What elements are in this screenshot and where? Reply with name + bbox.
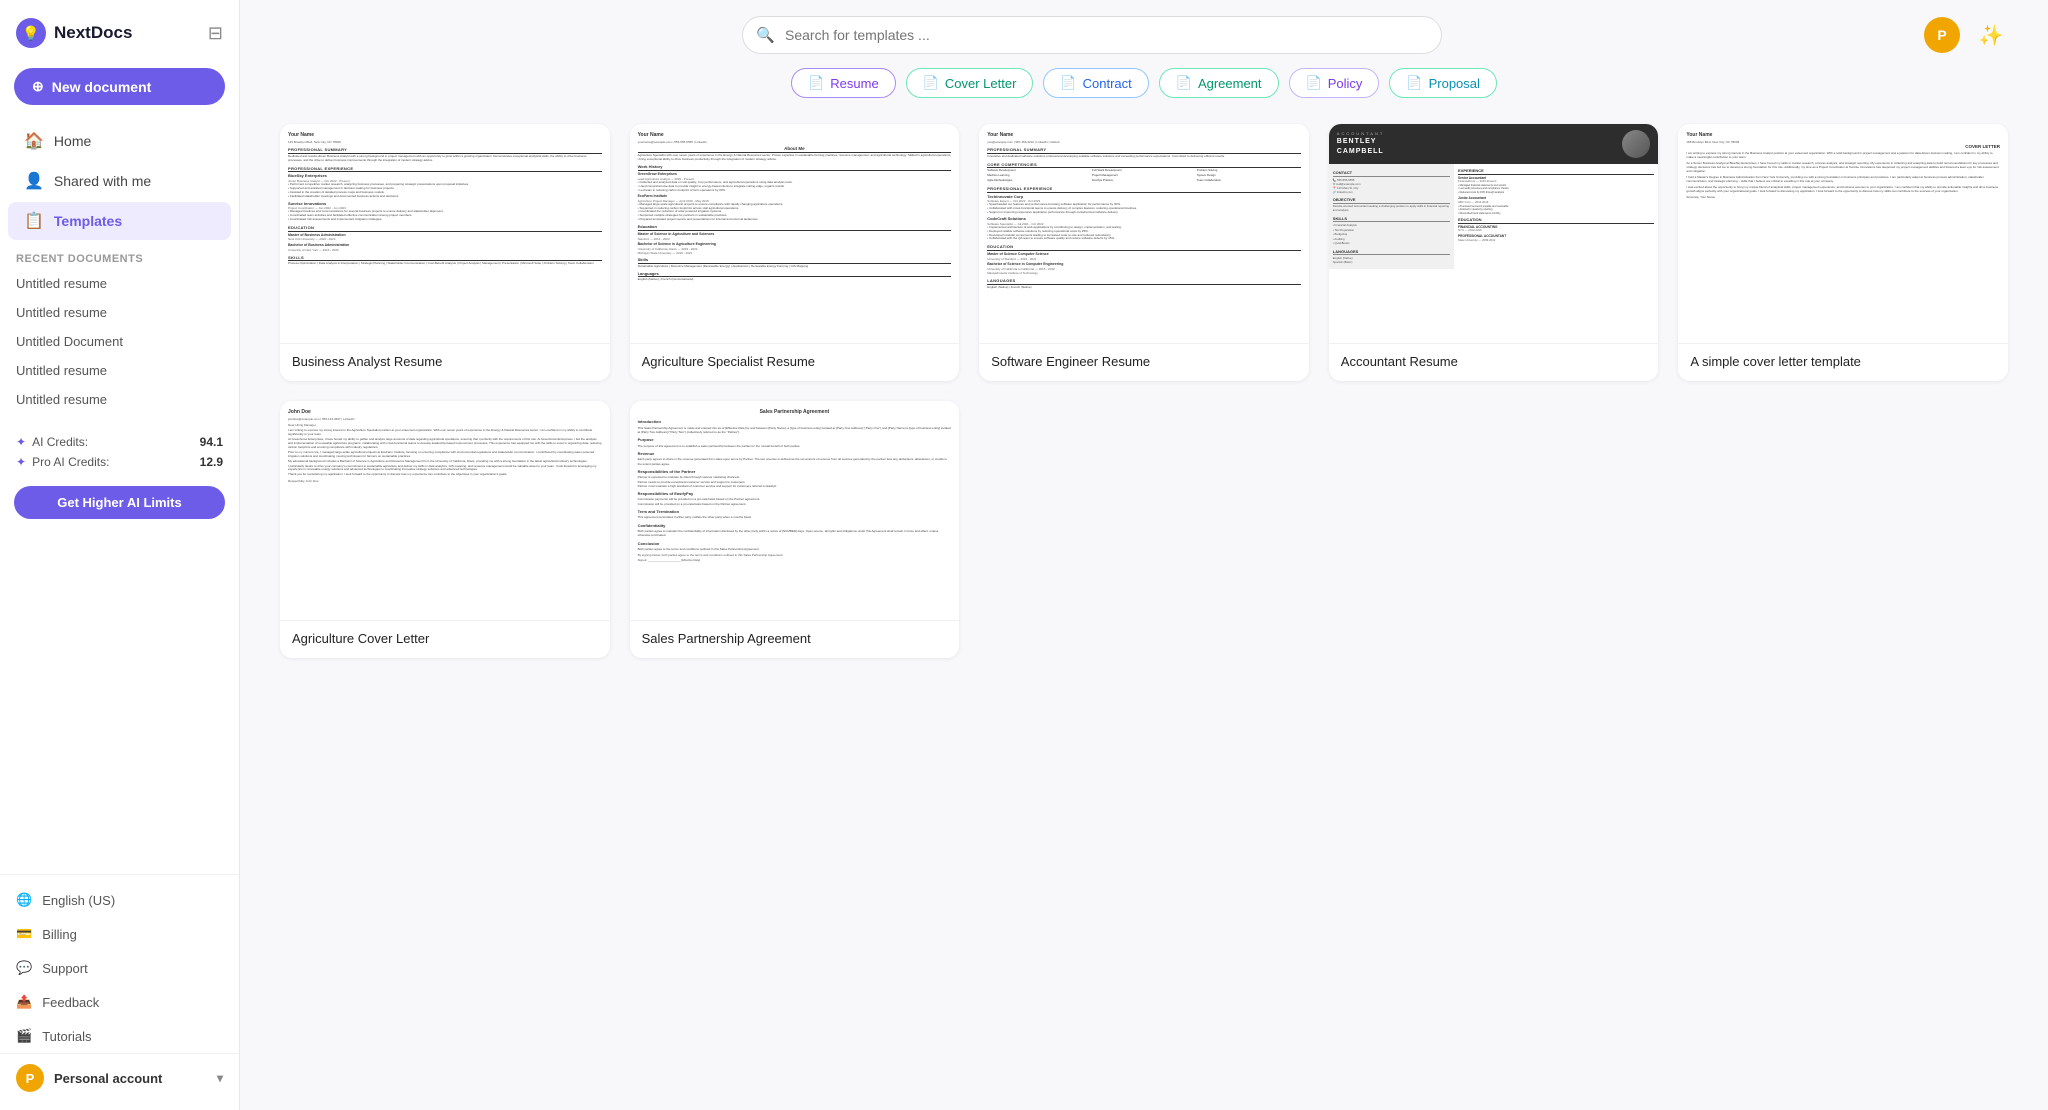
template-title-agriculture: Agriculture Specialist Resume (630, 344, 960, 381)
templates-grid: Your Name 123 Brooklyn Blvd, New City, N… (280, 124, 2008, 658)
template-card-cover-letter[interactable]: Your Name 188 Brooklyn Blvd, New City, N… (1678, 124, 2008, 381)
template-preview-agriculture: Your Name yourname@example.com | 555-555… (630, 124, 960, 344)
sparkle-button[interactable]: ✨ (1974, 18, 2008, 52)
recent-doc-4[interactable]: Untitled resume (0, 356, 239, 385)
sidebar-item-tutorials[interactable]: 🎬 Tutorials (0, 1019, 239, 1053)
template-card-accountant[interactable]: ACCOUNTANT BENTLEYCAMPBELL CONTACT 📞 555… (1329, 124, 1659, 381)
template-title-software: Software Engineer Resume (979, 344, 1309, 381)
get-higher-limits-button[interactable]: Get Higher AI Limits (14, 486, 225, 519)
plus-icon: ⊕ (32, 78, 44, 95)
logo-icon: 💡 (16, 18, 46, 48)
language-icon: 🌐 (16, 892, 32, 908)
policy-chip-icon: 📄 (1306, 75, 1322, 91)
template-card-software[interactable]: Your Name you@example.com | 987-456-3210… (979, 124, 1309, 381)
filter-chip-cover[interactable]: 📄 Cover Letter (906, 68, 1034, 98)
template-preview-business-analyst: Your Name 123 Brooklyn Blvd, New City, N… (280, 124, 610, 344)
template-card-sales-agreement[interactable]: Sales Partnership Agreement Introduction… (630, 401, 960, 658)
filter-chip-resume[interactable]: 📄 Resume (791, 68, 896, 98)
template-preview-cover-letter: Your Name 188 Brooklyn Blvd, New City, N… (1678, 124, 2008, 344)
template-card-business-analyst[interactable]: Your Name 123 Brooklyn Blvd, New City, N… (280, 124, 610, 381)
support-icon: 💬 (16, 960, 32, 976)
shared-icon: 👤 (24, 171, 44, 191)
templates-section: Your Name 123 Brooklyn Blvd, New City, N… (240, 108, 2048, 698)
personal-account[interactable]: P Personal account ▾ (0, 1053, 239, 1102)
sidebar-item-language[interactable]: 🌐 English (US) (0, 883, 239, 917)
sidebar-item-shared[interactable]: 👤 Shared with me (8, 162, 231, 200)
recent-doc-5[interactable]: Untitled resume (0, 385, 239, 414)
recent-doc-1[interactable]: Untitled resume (0, 269, 239, 298)
recent-doc-2[interactable]: Untitled resume (0, 298, 239, 327)
topbar: 🔍 P ✨ (240, 0, 2048, 54)
ai-credits-section: ✦AI Credits: 94.1 ✦Pro AI Credits: 12.9 (0, 422, 239, 478)
user-avatar[interactable]: P (1924, 17, 1960, 53)
template-preview-software: Your Name you@example.com | 987-456-3210… (979, 124, 1309, 344)
sidebar-item-support[interactable]: 💬 Support (0, 951, 239, 985)
pro-credits-icon: ✦ (16, 455, 26, 469)
billing-icon: 💳 (16, 926, 32, 942)
proposal-chip-icon: 📄 (1406, 75, 1422, 91)
filter-chips: 📄 Resume 📄 Cover Letter 📄 Contract 📄 Agr… (240, 54, 2048, 108)
ai-credits-icon: ✦ (16, 435, 26, 449)
search-wrap: 🔍 (742, 16, 1442, 54)
template-title-cover-letter: A simple cover letter template (1678, 344, 2008, 381)
sidebar: 💡 NextDocs ⊟ ⊕ New document 🏠 Home 👤 Sha… (0, 0, 240, 1110)
template-preview-sales-agreement: Sales Partnership Agreement Introduction… (630, 401, 960, 621)
ai-credits-value: 94.1 (200, 435, 223, 449)
recent-docs-label: Recent Documents (0, 241, 239, 269)
topbar-right: P ✨ (1904, 17, 2008, 53)
home-icon: 🏠 (24, 131, 44, 151)
template-preview-agri-cover: John Doe johndoe@example.com | 555-123-4… (280, 401, 610, 621)
pro-credits-value: 12.9 (200, 455, 223, 469)
recent-doc-3[interactable]: Untitled Document (0, 327, 239, 356)
search-icon: 🔍 (756, 26, 775, 44)
app-name: NextDocs (54, 23, 132, 43)
tutorials-icon: 🎬 (16, 1028, 32, 1044)
sidebar-bottom: 🌐 English (US) 💳 Billing 💬 Support 📤 Fee… (0, 874, 239, 1110)
pro-credits-row: ✦Pro AI Credits: 12.9 (16, 452, 223, 472)
sidebar-item-home[interactable]: 🏠 Home (8, 122, 231, 160)
templates-icon: 📋 (24, 211, 44, 231)
logo-area: 💡 NextDocs ⊟ (0, 0, 239, 60)
ai-credits-row: ✦AI Credits: 94.1 (16, 432, 223, 452)
contract-chip-icon: 📄 (1060, 75, 1076, 91)
filter-chip-agreement[interactable]: 📄 Agreement (1159, 68, 1279, 98)
template-title-agri-cover: Agriculture Cover Letter (280, 621, 610, 658)
template-title-sales-agreement: Sales Partnership Agreement (630, 621, 960, 658)
agreement-chip-icon: 📄 (1176, 75, 1192, 91)
filter-chip-proposal[interactable]: 📄 Proposal (1389, 68, 1497, 98)
template-preview-accountant: ACCOUNTANT BENTLEYCAMPBELL CONTACT 📞 555… (1329, 124, 1659, 344)
sidebar-item-feedback[interactable]: 📤 Feedback (0, 985, 239, 1019)
template-title-accountant: Accountant Resume (1329, 344, 1659, 381)
cover-chip-icon: 📄 (923, 75, 939, 91)
search-input[interactable] (742, 16, 1442, 54)
sidebar-toggle[interactable]: ⊟ (208, 23, 223, 44)
sidebar-item-billing[interactable]: 💳 Billing (0, 917, 239, 951)
search-area: 🔍 (280, 16, 1904, 54)
template-card-agriculture[interactable]: Your Name yourname@example.com | 555-555… (630, 124, 960, 381)
sidebar-item-templates[interactable]: 📋 Templates (8, 202, 231, 240)
account-avatar: P (16, 1064, 44, 1092)
template-card-agri-cover[interactable]: John Doe johndoe@example.com | 555-123-4… (280, 401, 610, 658)
account-chevron: ▾ (217, 1071, 223, 1085)
filter-chip-contract[interactable]: 📄 Contract (1043, 68, 1148, 98)
resume-chip-icon: 📄 (808, 75, 824, 91)
filter-chip-policy[interactable]: 📄 Policy (1289, 68, 1380, 98)
template-title-business-analyst: Business Analyst Resume (280, 344, 610, 381)
feedback-icon: 📤 (16, 994, 32, 1010)
new-document-button[interactable]: ⊕ New document (14, 68, 225, 105)
main-content: 🔍 P ✨ 📄 Resume 📄 Cover Letter 📄 Contract… (240, 0, 2048, 1110)
